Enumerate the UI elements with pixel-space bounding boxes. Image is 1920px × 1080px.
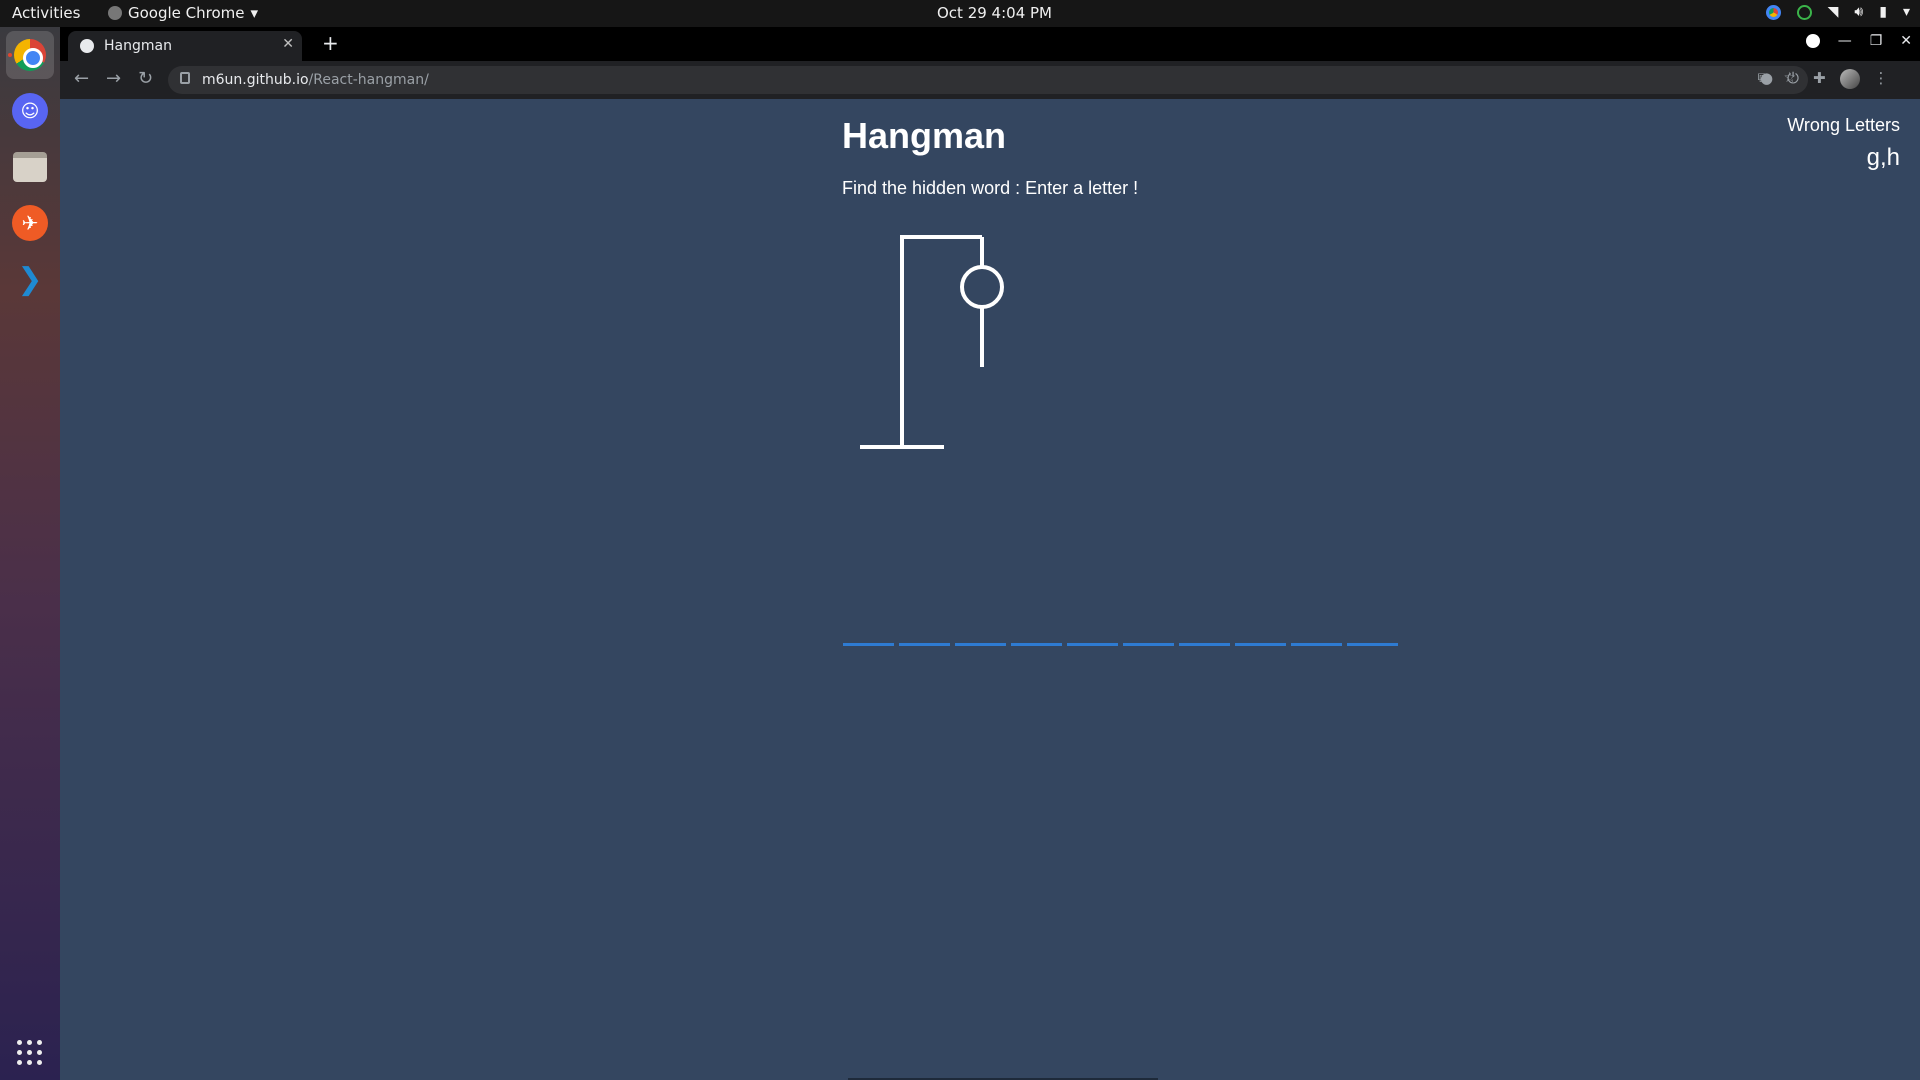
- kebab-menu-icon[interactable]: ⋮: [1874, 69, 1889, 89]
- letter-slot: [1067, 614, 1118, 646]
- letter-slot: [843, 614, 894, 646]
- tab-hangman[interactable]: Hangman ✕: [68, 31, 302, 61]
- app-menu-label: Google Chrome: [128, 4, 245, 22]
- show-applications-icon[interactable]: [17, 1040, 43, 1066]
- app-menu[interactable]: Google Chrome ▾: [108, 4, 258, 22]
- wifi-icon[interactable]: ◥: [1828, 4, 1839, 20]
- wrong-letters-panel: Wrong Letters g,h: [1787, 115, 1900, 172]
- figure-head: [960, 265, 1004, 309]
- url-host: m6un.github.io: [202, 72, 309, 88]
- letter-slot: [1011, 614, 1062, 646]
- restore-icon[interactable]: ❐: [1870, 33, 1883, 49]
- power-indicator-icon[interactable]: [1796, 4, 1812, 20]
- new-tab-button[interactable]: +: [322, 31, 339, 55]
- instructions-text: Find the hidden word : Enter a letter !: [842, 178, 1139, 198]
- page-title: Hangman: [842, 115, 1007, 156]
- dock: ☺ ✈ ❯: [0, 27, 60, 1080]
- chrome-app-icon: [108, 6, 122, 20]
- letter-slot: [1123, 614, 1174, 646]
- browser-toolbar: ← → ↻ m6un.github.io/React-hangman/ ⧉ ☆ …: [60, 61, 1920, 99]
- lock-icon[interactable]: [180, 72, 190, 84]
- close-tab-icon[interactable]: ✕: [282, 36, 294, 52]
- tab-strip: Hangman ✕ + — ❐ ✕: [60, 27, 1920, 61]
- chevron-down-icon: ▾: [250, 4, 259, 22]
- hidden-word: [843, 614, 1398, 646]
- system-menu-chevron-icon[interactable]: ▾: [1903, 4, 1910, 20]
- battery-icon[interactable]: ▮: [1879, 4, 1887, 20]
- hangman-page: Hangman Find the hidden word : Enter a l…: [60, 99, 1920, 1080]
- vscode-icon: ❯: [17, 261, 43, 297]
- letter-slot: [1179, 614, 1230, 646]
- letter-slot: [1347, 614, 1398, 646]
- letter-slot: [955, 614, 1006, 646]
- window-controls: — ❐ ✕: [1805, 33, 1912, 49]
- minimize-icon[interactable]: —: [1838, 33, 1852, 49]
- dock-item-files[interactable]: [6, 143, 54, 191]
- tab-search-icon[interactable]: [1805, 34, 1820, 48]
- letter-slot: [1291, 614, 1342, 646]
- globe-icon: [80, 39, 94, 53]
- dock-item-postman[interactable]: ✈: [6, 199, 54, 247]
- files-icon: [13, 152, 47, 182]
- hangman-figure: [860, 235, 1004, 449]
- puzzle-icon[interactable]: ✚: [1813, 69, 1826, 89]
- wrong-letters-list: g,h: [1866, 144, 1900, 171]
- activities-button[interactable]: Activities: [12, 4, 80, 22]
- chrome-tray-icon[interactable]: [1765, 4, 1781, 20]
- discord-icon: ☺: [12, 93, 48, 129]
- extension-icon[interactable]: ●: [1760, 69, 1773, 89]
- close-window-icon[interactable]: ✕: [1900, 33, 1912, 49]
- tab-title: Hangman: [104, 38, 172, 54]
- running-indicator: [8, 53, 12, 57]
- letter-slot: [1235, 614, 1286, 646]
- dock-item-vscode[interactable]: ❯: [6, 255, 54, 303]
- chrome-icon: [14, 39, 46, 71]
- wrong-letters-label: Wrong Letters: [1787, 115, 1900, 135]
- letter-slot: [899, 614, 950, 646]
- address-bar[interactable]: m6un.github.io/React-hangman/ ⧉ ☆: [168, 66, 1808, 94]
- volume-icon[interactable]: 🔊︎: [1854, 4, 1863, 20]
- extension-power-icon[interactable]: ⏻: [1787, 69, 1799, 89]
- postman-icon: ✈: [12, 205, 48, 241]
- clock[interactable]: Oct 29 4:04 PM: [937, 4, 1052, 22]
- reload-icon[interactable]: ↻: [138, 68, 153, 89]
- dock-item-discord[interactable]: ☺: [6, 87, 54, 135]
- url-text[interactable]: m6un.github.io/React-hangman/: [202, 72, 429, 88]
- dock-item-chrome[interactable]: [6, 31, 54, 79]
- chrome-window: Hangman ✕ + — ❐ ✕ ← → ↻ m6un.github.io/R…: [60, 27, 1920, 1080]
- back-icon[interactable]: ←: [74, 68, 89, 89]
- system-tray[interactable]: ◥ 🔊︎ ▮ ▾: [1765, 4, 1910, 20]
- profile-avatar[interactable]: [1839, 69, 1860, 89]
- extensions-area: ● ⏻ ✚ ⋮: [1760, 69, 1889, 89]
- system-top-bar: Activities Google Chrome ▾ Oct 29 4:04 P…: [0, 0, 1920, 27]
- forward-icon[interactable]: →: [106, 68, 121, 89]
- url-path: /React-hangman/: [308, 72, 429, 88]
